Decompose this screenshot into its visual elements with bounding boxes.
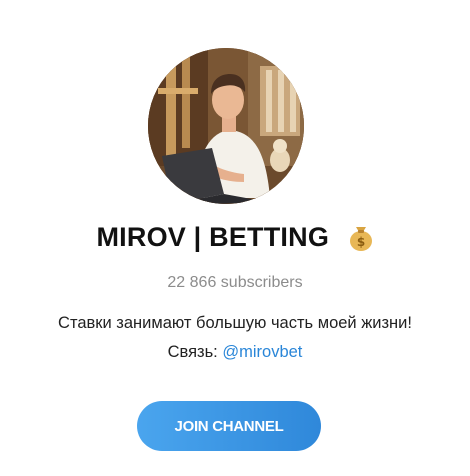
- channel-contact-line: Связь: @mirovbet: [0, 343, 470, 362]
- channel-avatar[interactable]: [148, 48, 304, 204]
- contact-handle-link[interactable]: @mirovbet: [222, 343, 302, 361]
- subscriber-count: 22 866 subscribers: [167, 274, 303, 291]
- contact-prefix: Связь:: [167, 343, 223, 361]
- channel-description: Ставки занимают большую часть моей жизни…: [58, 314, 412, 332]
- avatar-photo: [148, 48, 304, 204]
- svg-text:$: $: [356, 235, 364, 249]
- channel-title: MIROV | BETTING: [96, 222, 330, 252]
- channel-preview-card: MIROV | BETTING $ 22 866 subscribers Ста…: [0, 0, 470, 476]
- channel-title-row: MIROV | BETTING $: [0, 222, 470, 253]
- money-bag-icon: $: [348, 221, 374, 251]
- join-channel-button[interactable]: JOIN CHANNEL: [137, 401, 321, 451]
